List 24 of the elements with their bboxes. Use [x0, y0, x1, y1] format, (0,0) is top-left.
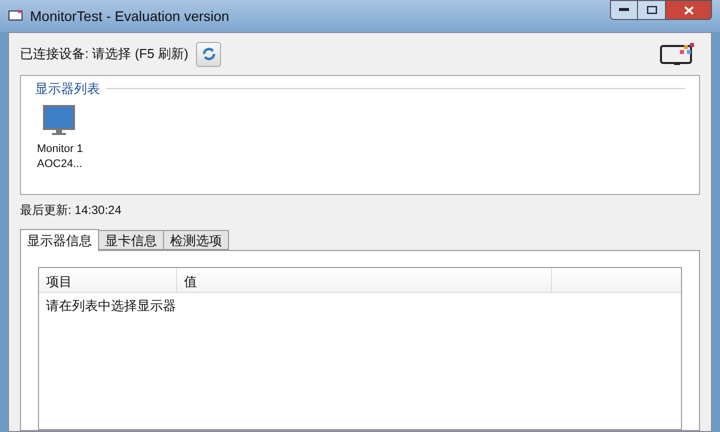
- minimize-button[interactable]: [610, 0, 638, 20]
- tab[interactable]: 检测选项: [163, 230, 229, 250]
- monitor-model: AOC24...: [37, 156, 82, 172]
- tab[interactable]: 显卡信息: [98, 230, 164, 250]
- window-title: MonitorTest - Evaluation version: [30, 7, 230, 26]
- refresh-button[interactable]: [196, 42, 222, 66]
- monitor-logo-icon: [660, 42, 696, 66]
- close-button[interactable]: [665, 0, 712, 20]
- close-icon: [684, 6, 694, 14]
- monitor-item[interactable]: Monitor 1 AOC24...: [35, 104, 85, 172]
- last-update-label: 最后更新: 14:30:24: [20, 202, 122, 219]
- device-label: 已连接设备: 请选择 (F5 刷新): [20, 45, 188, 64]
- group-title: 显示器列表: [35, 80, 100, 98]
- maximize-button[interactable]: [638, 0, 665, 20]
- maximize-icon: [646, 6, 656, 14]
- tab[interactable]: 显示器信息: [20, 229, 99, 251]
- monitor-name: Monitor 1: [37, 142, 83, 156]
- monitor-icon: [43, 104, 75, 136]
- minimize-icon: [619, 8, 629, 12]
- refresh-icon: [202, 47, 216, 61]
- app-icon: [8, 9, 24, 23]
- column-header[interactable]: 项目: [39, 268, 177, 292]
- table-row[interactable]: 请在列表中选择显示器: [39, 293, 681, 316]
- column-header[interactable]: 值: [177, 268, 552, 292]
